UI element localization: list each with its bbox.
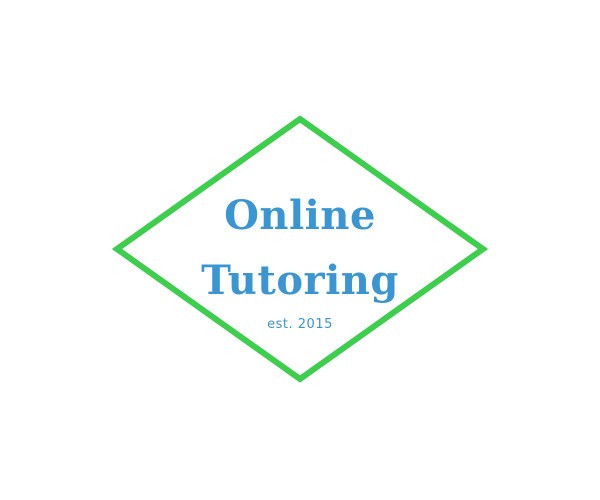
logo-tagline: est. 2015 <box>267 317 333 332</box>
diamond-frame <box>111 115 489 383</box>
diamond-frame-icon <box>111 115 489 383</box>
logo-title-line-2: Tutoring <box>201 257 399 304</box>
logo-title-line-1: Online <box>224 192 376 239</box>
logo-canvas: Online Tutoring est. 2015 <box>0 0 600 500</box>
